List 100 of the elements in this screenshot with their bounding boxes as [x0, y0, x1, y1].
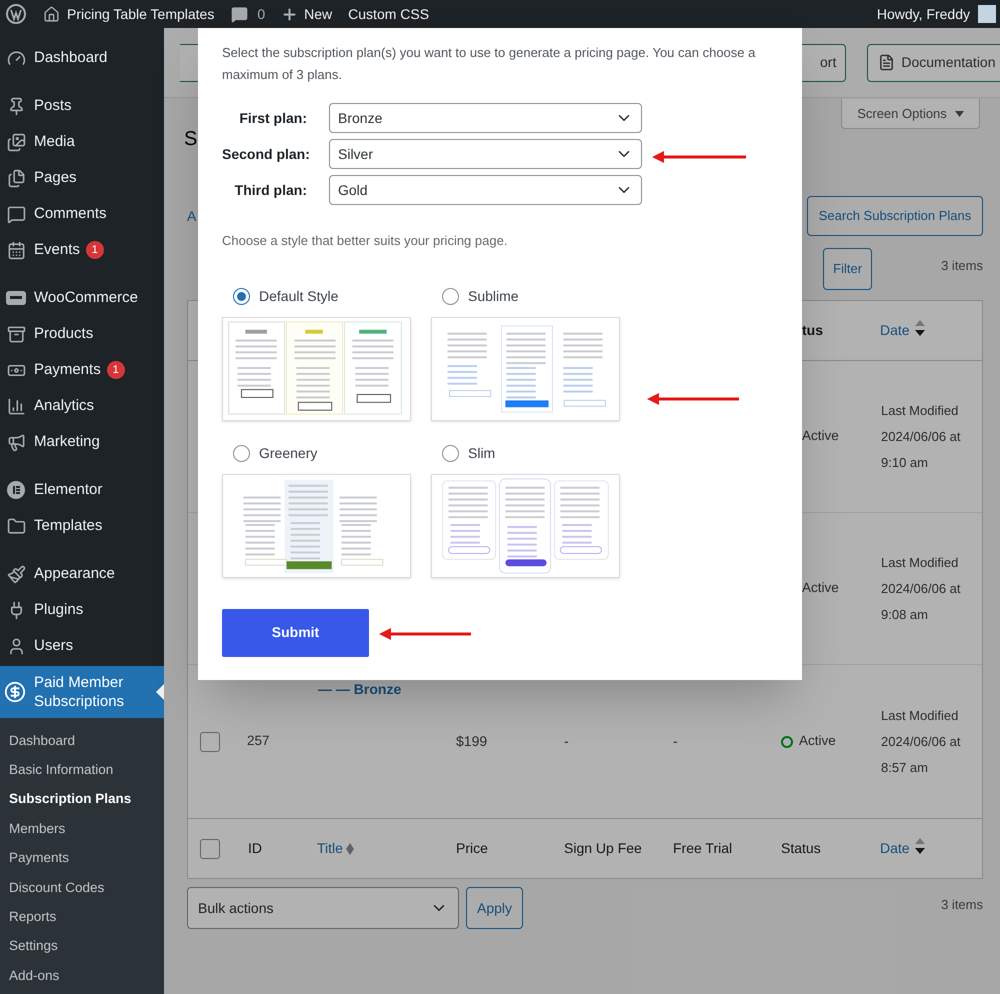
- bulk-actions-select[interactable]: Bulk actions: [187, 887, 459, 929]
- store-icon: [6, 291, 26, 305]
- sidebar-item[interactable]: Analytics: [0, 388, 164, 424]
- title-column-header[interactable]: Title: [304, 838, 444, 859]
- sidebar-item[interactable]: Products: [0, 316, 164, 352]
- table-cell-text: -: [672, 732, 678, 751]
- sidebar-item[interactable]: Comments: [0, 196, 164, 232]
- comment-icon: [6, 204, 26, 224]
- sidebar-item[interactable]: Appearance: [0, 556, 164, 592]
- sort-icon: [346, 842, 354, 854]
- wordpress-logo-icon[interactable]: [6, 4, 26, 24]
- row-checkbox[interactable]: [200, 732, 220, 752]
- table-cell-text: 257: [246, 732, 270, 750]
- paintbrush-icon: [6, 564, 26, 584]
- sidebar-item[interactable]: Users: [0, 628, 164, 664]
- table-cell-text: Last Modified 2024/06/06 at 9:08 am: [880, 554, 962, 624]
- page-title: S: [184, 127, 198, 152]
- sidebar-item[interactable]: WooCommerce: [0, 280, 164, 316]
- column-header: Sign Up Fee: [563, 839, 642, 858]
- sidebar-item[interactable]: Dashboard: [0, 40, 164, 76]
- sidebar-item[interactable]: Elementor: [0, 472, 164, 508]
- submenu-item[interactable]: Settings: [0, 932, 164, 962]
- comment-icon[interactable]: [231, 6, 248, 22]
- custom-css-link[interactable]: Custom CSS: [348, 4, 430, 24]
- intro-text: Select the subscription plan(s) you want to use to generate a pricing page. You can choose a maximum of 3 plans.: [222, 44, 756, 84]
- submenu-item[interactable]: Reports: [0, 902, 164, 932]
- table-cell-text: Last Modified 2024/06/06 at 8:57 am: [880, 706, 962, 776]
- dollar-cycle-icon: [4, 681, 26, 703]
- style-radio[interactable]: [442, 445, 459, 462]
- search-button[interactable]: Search Subscription Plans: [807, 196, 983, 236]
- submenu-item[interactable]: Members: [0, 814, 164, 844]
- style-label[interactable]: Slim: [468, 443, 496, 464]
- column-header: Free Trial: [672, 839, 732, 858]
- circle-e-icon: [7, 481, 25, 499]
- style-radio[interactable]: [233, 445, 250, 462]
- plan-select[interactable]: Gold: [329, 175, 642, 205]
- table-cell-text: Active: [799, 732, 836, 750]
- sidebar-item[interactable]: Media: [0, 124, 164, 160]
- folder-icon: [6, 516, 26, 536]
- sidebar-item[interactable]: Posts: [0, 88, 164, 124]
- plan-select[interactable]: Silver: [329, 139, 642, 169]
- style-radio[interactable]: [442, 288, 459, 305]
- status-ring-icon: [781, 736, 793, 748]
- column-header: Status: [780, 839, 821, 858]
- count-badge: 1: [86, 241, 104, 259]
- sidebar-item[interactable]: Marketing: [0, 424, 164, 460]
- avatar: [978, 5, 996, 23]
- plan-label: First plan:: [238, 108, 307, 128]
- column-header: Price: [455, 839, 488, 858]
- images-icon: [6, 132, 26, 152]
- row-checkbox[interactable]: [200, 838, 220, 858]
- table-cell-text: Last Modified 2024/06/06 at 9:10 am: [880, 402, 962, 472]
- style-label[interactable]: Greenery: [259, 443, 318, 464]
- submit-button[interactable]: Submit: [222, 608, 369, 656]
- submenu-item[interactable]: Subscription Plans: [0, 784, 164, 814]
- style-radio[interactable]: [233, 288, 250, 305]
- table-cell-text: Active: [801, 579, 839, 598]
- documentation-button[interactable]: Documentation: [867, 44, 1000, 82]
- submenu-item[interactable]: Add-ons: [0, 961, 164, 991]
- pages-icon: [6, 168, 26, 188]
- plan-select[interactable]: Bronze: [329, 103, 642, 133]
- sidebar-item[interactable]: Events 1: [0, 232, 164, 268]
- filter-button[interactable]: Filter: [823, 248, 872, 290]
- greeting-text[interactable]: Howdy, Freddy: [876, 4, 970, 24]
- items-count: 3 items: [941, 896, 983, 914]
- bar-chart-icon: [6, 396, 26, 416]
- sidebar-item[interactable]: Plugins: [0, 592, 164, 628]
- submenu-item[interactable]: Discount Codes: [0, 872, 164, 902]
- style-label[interactable]: Sublime: [468, 286, 519, 307]
- date-column-header[interactable]: Date: [869, 320, 982, 341]
- column-header: tus: [801, 321, 823, 340]
- sidebar-item[interactable]: Pages: [0, 160, 164, 196]
- table-cell-text: Active: [801, 427, 839, 446]
- site-name-link[interactable]: Pricing Table Templates: [67, 4, 214, 24]
- sidebar-item[interactable]: Templates: [0, 508, 164, 544]
- submenu-item[interactable]: Dashboard: [0, 726, 164, 756]
- submenu-item[interactable]: Basic Information: [0, 755, 164, 785]
- apply-button[interactable]: Apply: [466, 887, 523, 929]
- new-link[interactable]: New: [304, 4, 332, 24]
- sidebar-item[interactable]: Payments 1: [0, 352, 164, 388]
- dashboard-icon: [6, 48, 26, 68]
- caret-icon: [954, 110, 964, 116]
- date-column-header[interactable]: Date: [869, 838, 982, 859]
- column-header: ID: [247, 839, 262, 858]
- plan-title-link[interactable]: — — Bronze: [304, 679, 402, 700]
- sort-icon: [914, 320, 925, 336]
- submenu-item[interactable]: Payments: [0, 844, 164, 873]
- plus-icon: [281, 6, 298, 22]
- table-cell-text: -: [563, 732, 569, 751]
- sort-icon: [914, 838, 925, 854]
- screen-options-tab[interactable]: Screen Options: [841, 99, 980, 129]
- plan-label: Second plan:: [222, 144, 307, 164]
- calendar-icon: [6, 240, 26, 260]
- plan-label: Third plan:: [234, 180, 307, 200]
- megaphone-icon: [6, 432, 26, 452]
- sidebar-item[interactable]: Paid Member Subscriptions: [0, 666, 164, 718]
- items-count: 3 items: [941, 257, 983, 275]
- document-icon: [878, 54, 896, 71]
- style-label[interactable]: Default Style: [259, 286, 338, 307]
- comment-count: 0: [257, 4, 266, 24]
